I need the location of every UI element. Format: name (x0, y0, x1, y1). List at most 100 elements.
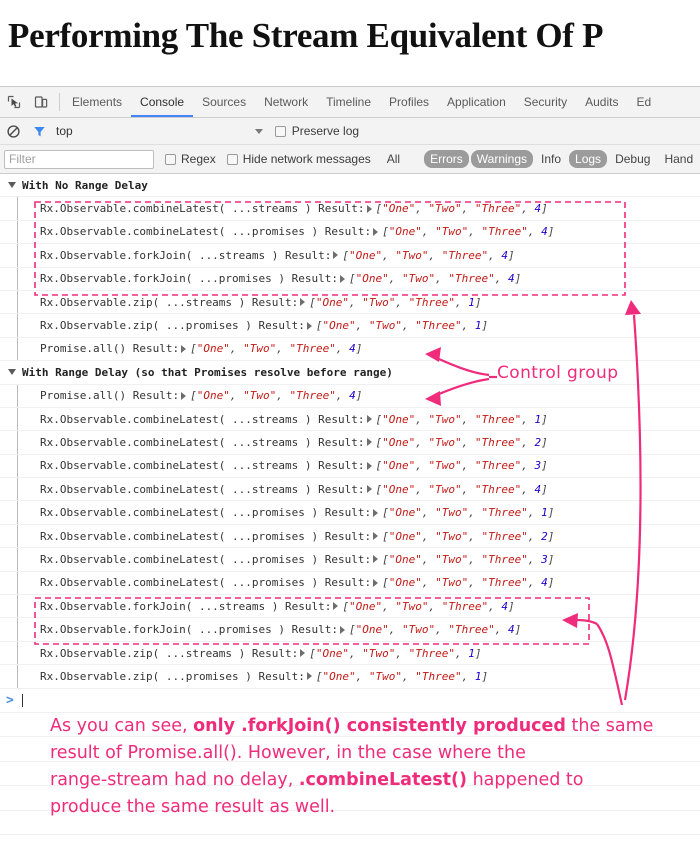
log-array-value: ["One", "Two", "Three", 2] (375, 435, 548, 449)
log-message-label: Rx.Observable.zip( ...streams ) Result: (40, 646, 299, 660)
console-log-row[interactable]: Rx.Observable.combineLatest( ...streams … (0, 407, 700, 432)
console-group-header[interactable]: With Range Delay (so that Promises resol… (0, 361, 700, 385)
tab-profiles[interactable]: Profiles (380, 87, 438, 117)
log-array-value: ["One", "Two", "Three", 4] (382, 225, 555, 239)
console-log-row[interactable]: Rx.Observable.combineLatest( ...promises… (0, 524, 700, 549)
regex-toggle[interactable]: Regex (165, 152, 216, 166)
tab-application[interactable]: Application (438, 87, 515, 117)
log-message-label: Rx.Observable.zip( ...streams ) Result: (40, 295, 299, 309)
execution-context-selector[interactable]: top (56, 124, 263, 138)
preserve-log-toggle[interactable]: Preserve log (274, 124, 359, 138)
console-log-row[interactable]: Rx.Observable.combineLatest( ...streams … (0, 197, 700, 221)
console-log-row[interactable]: Rx.Observable.combineLatest( ...promises… (0, 548, 700, 572)
tab-network[interactable]: Network (255, 87, 317, 117)
expand-array-icon[interactable] (340, 625, 346, 634)
console-log-row[interactable]: Rx.Observable.combineLatest( ...streams … (0, 431, 700, 455)
level-filter-info[interactable]: Info (535, 150, 567, 168)
expand-array-icon[interactable] (306, 672, 312, 681)
device-toolbar-icon[interactable] (27, 87, 54, 117)
console-log-row[interactable]: Rx.Observable.combineLatest( ...streams … (0, 478, 700, 502)
log-array-value: ["One", "Two", "Three", 4] (349, 272, 522, 286)
console-log-row[interactable]: Rx.Observable.combineLatest( ...promises… (0, 571, 700, 596)
hide-network-messages-checkbox[interactable] (226, 153, 238, 165)
log-array-value: ["One", "Two", "Three", 4] (342, 599, 515, 613)
tab-console[interactable]: Console (131, 87, 193, 117)
tab-extension[interactable]: Ed (627, 87, 660, 117)
filter-input[interactable] (4, 149, 154, 169)
expand-array-icon[interactable] (333, 251, 339, 260)
expand-array-icon[interactable] (366, 485, 372, 494)
tab-elements[interactable]: Elements (63, 87, 131, 117)
expand-array-icon[interactable] (306, 321, 312, 330)
filter-funnel-icon[interactable] (26, 125, 52, 138)
level-filter-debug[interactable]: Debug (609, 150, 656, 168)
console-log-row[interactable]: Rx.Observable.combineLatest( ...promises… (0, 220, 700, 245)
log-message-label: Rx.Observable.combineLatest( ...streams … (40, 202, 365, 216)
expand-array-icon[interactable] (366, 415, 372, 424)
clear-console-icon[interactable] (0, 124, 26, 138)
log-message-label: Rx.Observable.forkJoin( ...promises ) Re… (40, 272, 339, 286)
level-filter-warnings[interactable]: Warnings (470, 150, 534, 168)
expand-array-icon[interactable] (373, 578, 379, 587)
console-log-row[interactable]: Rx.Observable.zip( ...streams ) Result: … (0, 641, 700, 666)
tab-audits[interactable]: Audits (576, 87, 627, 117)
article-header: Performing The Stream Equivalent Of P (0, 0, 700, 86)
execution-context-label: top (56, 124, 73, 138)
console-empty-row (0, 835, 700, 855)
hide-network-messages-toggle[interactable]: Hide network messages (226, 152, 371, 166)
group-collapse-caret-icon[interactable] (8, 182, 16, 189)
log-message-label: Rx.Observable.zip( ...promises ) Result: (40, 319, 305, 333)
toolbar-divider (59, 93, 60, 111)
log-message-label: Promise.all() Result: (40, 342, 180, 356)
expand-array-icon[interactable] (333, 602, 339, 611)
expand-array-icon[interactable] (181, 344, 187, 353)
expand-array-icon[interactable] (373, 532, 379, 541)
console-log-row[interactable]: Rx.Observable.forkJoin( ...promises ) Re… (0, 618, 700, 642)
preserve-log-checkbox[interactable] (274, 125, 286, 137)
log-message-label: Rx.Observable.forkJoin( ...promises ) Re… (40, 623, 339, 637)
expand-array-icon[interactable] (366, 461, 372, 470)
console-log-row[interactable]: Rx.Observable.combineLatest( ...promises… (0, 501, 700, 525)
tab-timeline[interactable]: Timeline (317, 87, 380, 117)
inspect-element-icon[interactable] (0, 87, 27, 117)
console-log-row[interactable]: Rx.Observable.zip( ...streams ) Result: … (0, 290, 700, 315)
prompt-caret-icon: > (6, 692, 14, 708)
console-log-row[interactable]: Rx.Observable.forkJoin( ...streams ) Res… (0, 595, 700, 619)
level-filter-all[interactable]: All (381, 150, 406, 168)
log-message-label: Rx.Observable.combineLatest( ...streams … (40, 435, 365, 449)
log-message-label: Rx.Observable.combineLatest( ...promises… (40, 576, 372, 590)
console-log-row[interactable]: Promise.all() Result: ["One", "Two", "Th… (0, 337, 700, 362)
expand-array-icon[interactable] (366, 204, 372, 213)
expand-array-icon[interactable] (366, 438, 372, 447)
level-filter-errors[interactable]: Errors (424, 150, 469, 168)
expand-array-icon[interactable] (181, 391, 187, 400)
console-log-row[interactable]: Rx.Observable.forkJoin( ...streams ) Res… (0, 244, 700, 268)
regex-checkbox[interactable] (165, 153, 176, 165)
tab-security[interactable]: Security (515, 87, 576, 117)
expand-array-icon[interactable] (373, 555, 379, 564)
expand-array-icon[interactable] (340, 274, 346, 283)
expand-array-icon[interactable] (373, 508, 379, 517)
tab-sources[interactable]: Sources (193, 87, 255, 117)
expand-array-icon[interactable] (373, 227, 379, 236)
regex-label: Regex (181, 152, 216, 166)
level-filter-handled[interactable]: Hand (658, 150, 699, 168)
log-message-label: Rx.Observable.combineLatest( ...promises… (40, 529, 372, 543)
console-group-title: With No Range Delay (22, 178, 148, 192)
console-log-row[interactable]: Rx.Observable.zip( ...promises ) Result:… (0, 665, 700, 689)
console-prompt[interactable]: > (0, 689, 700, 713)
log-message-label: Rx.Observable.combineLatest( ...streams … (40, 482, 365, 496)
console-group-header[interactable]: With No Range Delay (0, 174, 700, 198)
log-message-label: Promise.all() Result: (40, 389, 180, 403)
expand-array-icon[interactable] (300, 649, 306, 657)
log-message-label: Rx.Observable.zip( ...promises ) Result: (40, 669, 305, 683)
console-log-row[interactable]: Rx.Observable.forkJoin( ...promises ) Re… (0, 267, 700, 291)
console-log-row[interactable]: Rx.Observable.combineLatest( ...streams … (0, 454, 700, 479)
group-collapse-caret-icon[interactable] (8, 369, 16, 376)
console-log-row[interactable]: Promise.all() Result: ["One", "Two", "Th… (0, 384, 700, 408)
console-log-row[interactable]: Rx.Observable.zip( ...promises ) Result:… (0, 314, 700, 338)
level-filter-logs[interactable]: Logs (569, 150, 608, 168)
expand-array-icon[interactable] (300, 298, 306, 307)
log-array-value: ["One", "Two", "Three", 4] (190, 389, 363, 403)
chevron-down-icon[interactable] (254, 128, 263, 134)
